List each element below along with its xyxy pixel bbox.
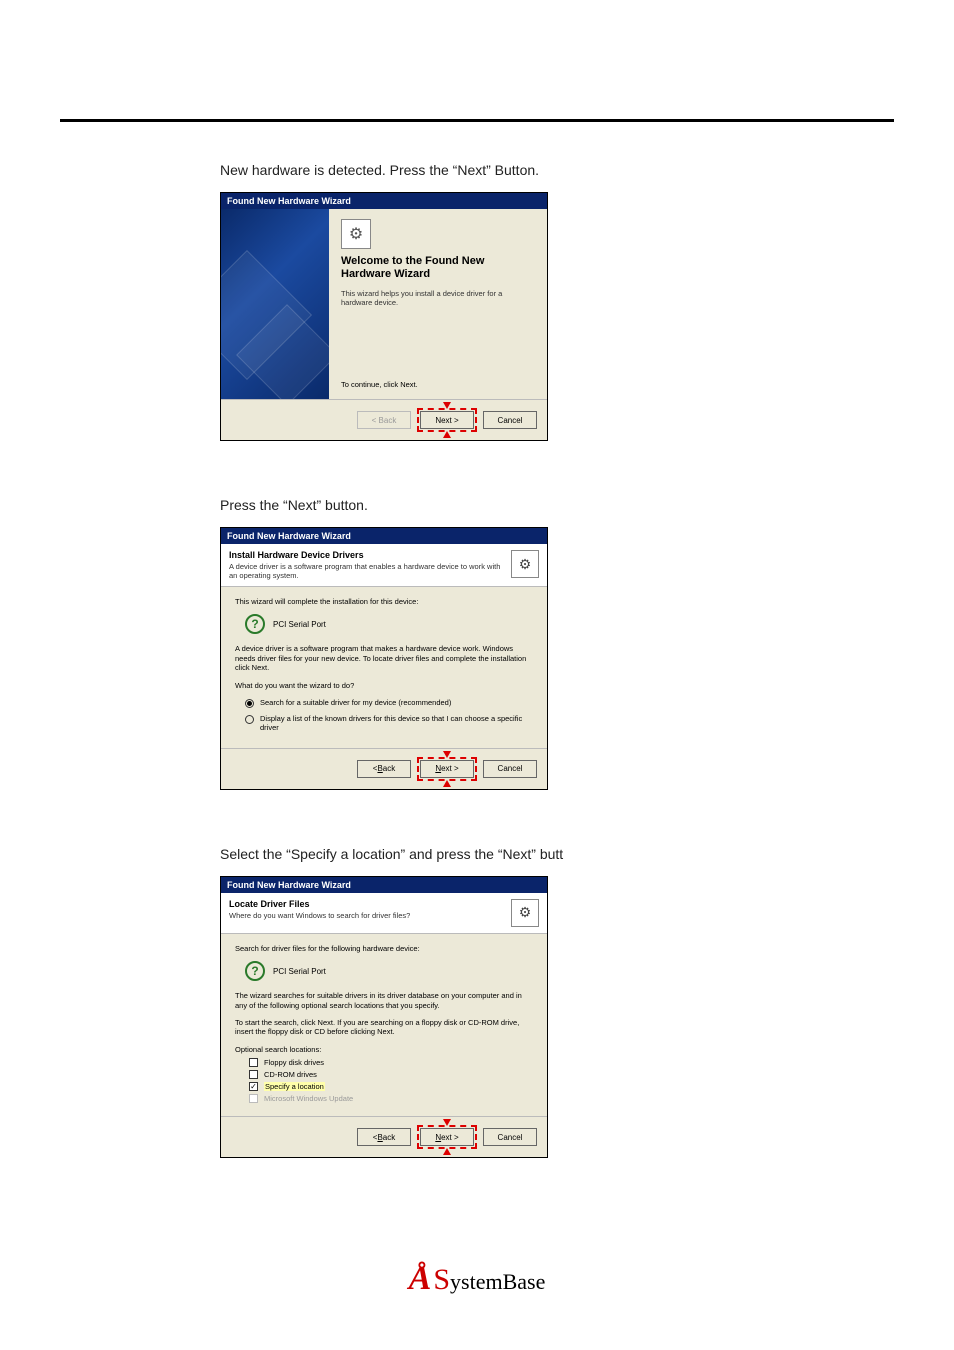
dialog1-button-bar: < Back Next > Cancel	[221, 399, 547, 440]
dialog3-wrap: Found New Hardware Wizard Locate Driver …	[220, 876, 894, 1158]
dialog1-welcome: Welcome to the Found New Hardware Wizard	[341, 255, 535, 281]
device-row: ? PCI Serial Port	[245, 614, 533, 634]
radio-option-list[interactable]: Display a list of the known drivers for …	[245, 714, 533, 732]
dialog3-para1: The wizard searches for suitable drivers…	[235, 991, 533, 1010]
back-button[interactable]: < Back	[357, 1128, 411, 1146]
page-header-rule	[60, 90, 894, 122]
hardware-icon: ⚙	[341, 219, 371, 249]
dialog2-wrap: Found New Hardware Wizard Install Hardwa…	[220, 527, 894, 790]
question-device-icon: ?	[245, 614, 265, 634]
wizard-side-illustration	[221, 209, 329, 399]
dialog3-button-bar: < Back Next > Cancel	[221, 1116, 547, 1157]
back-button: < Back	[357, 411, 411, 429]
dialog2-button-bar: < Back Next > Cancel	[221, 748, 547, 789]
page-content: New hardware is detected. Press the “Nex…	[0, 0, 954, 1158]
dialog1-desc: This wizard helps you install a device d…	[341, 289, 535, 307]
check-list: Floppy disk drives CD-ROM drives Specify…	[249, 1058, 533, 1103]
dialog3: Found New Hardware Wizard Locate Driver …	[220, 876, 548, 1158]
logo-rest: ystemBase	[450, 1269, 545, 1294]
next-rest: ext >	[441, 1133, 459, 1142]
dialog3-para2: To start the search, click Next. If you …	[235, 1018, 533, 1037]
logo-glyph: Å	[409, 1262, 432, 1296]
dialog3-header: Locate Driver Files Where do you want Wi…	[221, 893, 547, 934]
radio-label: Search for a suitable driver for my devi…	[260, 698, 451, 707]
dialog2-header: Install Hardware Device Drivers A device…	[221, 544, 547, 587]
systembase-logo: Å SystemBase	[409, 1262, 546, 1296]
checkbox-cdrom[interactable]: CD-ROM drives	[249, 1070, 533, 1079]
checkbox-label: Microsoft Windows Update	[264, 1094, 353, 1103]
dialog3-body: Search for driver files for the followin…	[221, 934, 547, 1116]
checkbox-floppy[interactable]: Floppy disk drives	[249, 1058, 533, 1067]
radio-icon	[245, 715, 254, 724]
next-button[interactable]: Next >	[420, 1128, 474, 1146]
caption-1: New hardware is detected. Press the “Nex…	[220, 162, 894, 178]
dialog2-titlebar: Found New Hardware Wizard	[221, 528, 547, 544]
dialog1: Found New Hardware Wizard ⚙ Welcome to t…	[220, 192, 548, 441]
next-button-callout: Next >	[417, 408, 477, 432]
device-name: PCI Serial Port	[273, 620, 326, 629]
radio-icon	[245, 699, 254, 708]
dialog1-titlebar: Found New Hardware Wizard	[221, 193, 547, 209]
checkbox-icon	[249, 1070, 258, 1079]
next-rest: ext >	[441, 764, 459, 773]
checkbox-icon	[249, 1082, 258, 1091]
question-device-icon: ?	[245, 961, 265, 981]
caption-2: Press the “Next” button.	[220, 497, 894, 513]
device-row: ? PCI Serial Port	[245, 961, 533, 981]
dialog3-titlebar: Found New Hardware Wizard	[221, 877, 547, 893]
dialog2: Found New Hardware Wizard Install Hardwa…	[220, 527, 548, 790]
radio-label: Display a list of the known drivers for …	[260, 714, 533, 732]
checkbox-label: CD-ROM drives	[264, 1070, 317, 1079]
checkbox-label: Specify a location	[264, 1082, 325, 1091]
dialog3-subheading: Where do you want Windows to search for …	[229, 911, 503, 920]
next-button[interactable]: Next >	[420, 760, 474, 778]
dialog2-paragraph: A device driver is a software program th…	[235, 644, 533, 672]
optional-locations-label: Optional search locations:	[235, 1045, 533, 1054]
checkbox-icon	[249, 1058, 258, 1067]
logo-s: S	[433, 1263, 450, 1296]
page-footer: Å SystemBase	[0, 1262, 954, 1296]
dialog2-subheading: A device driver is a software program th…	[229, 562, 503, 580]
checkbox-icon	[249, 1094, 258, 1103]
dialog3-line1: Search for driver files for the followin…	[235, 944, 533, 953]
dialog2-question: What do you want the wizard to do?	[235, 681, 533, 690]
dialog2-body: This wizard will complete the installati…	[221, 587, 547, 748]
back-button[interactable]: < Back	[357, 760, 411, 778]
next-button[interactable]: Next >	[420, 411, 474, 429]
radio-group: Search for a suitable driver for my devi…	[245, 698, 533, 732]
dialog1-body: ⚙ Welcome to the Found New Hardware Wiza…	[221, 209, 547, 399]
next-button-callout: Next >	[417, 1125, 477, 1149]
checkbox-windows-update: Microsoft Windows Update	[249, 1094, 533, 1103]
dialog1-content: ⚙ Welcome to the Found New Hardware Wiza…	[329, 209, 547, 399]
hardware-icon: ⚙	[511, 550, 539, 578]
next-button-callout: Next >	[417, 757, 477, 781]
device-name: PCI Serial Port	[273, 967, 326, 976]
cancel-button[interactable]: Cancel	[483, 411, 537, 429]
cancel-button[interactable]: Cancel	[483, 760, 537, 778]
dialog3-heading: Locate Driver Files	[229, 899, 503, 909]
checkbox-specify-location[interactable]: Specify a location	[249, 1082, 533, 1091]
caption-3: Select the “Specify a location” and pres…	[220, 846, 894, 862]
dialog2-heading: Install Hardware Device Drivers	[229, 550, 503, 560]
dialog1-continue: To continue, click Next.	[341, 380, 535, 389]
checkbox-label: Floppy disk drives	[264, 1058, 324, 1067]
dialog2-line1: This wizard will complete the installati…	[235, 597, 533, 606]
radio-option-search[interactable]: Search for a suitable driver for my devi…	[245, 698, 533, 708]
dialog1-wrap: Found New Hardware Wizard ⚙ Welcome to t…	[220, 192, 894, 441]
cancel-button[interactable]: Cancel	[483, 1128, 537, 1146]
hardware-icon: ⚙	[511, 899, 539, 927]
